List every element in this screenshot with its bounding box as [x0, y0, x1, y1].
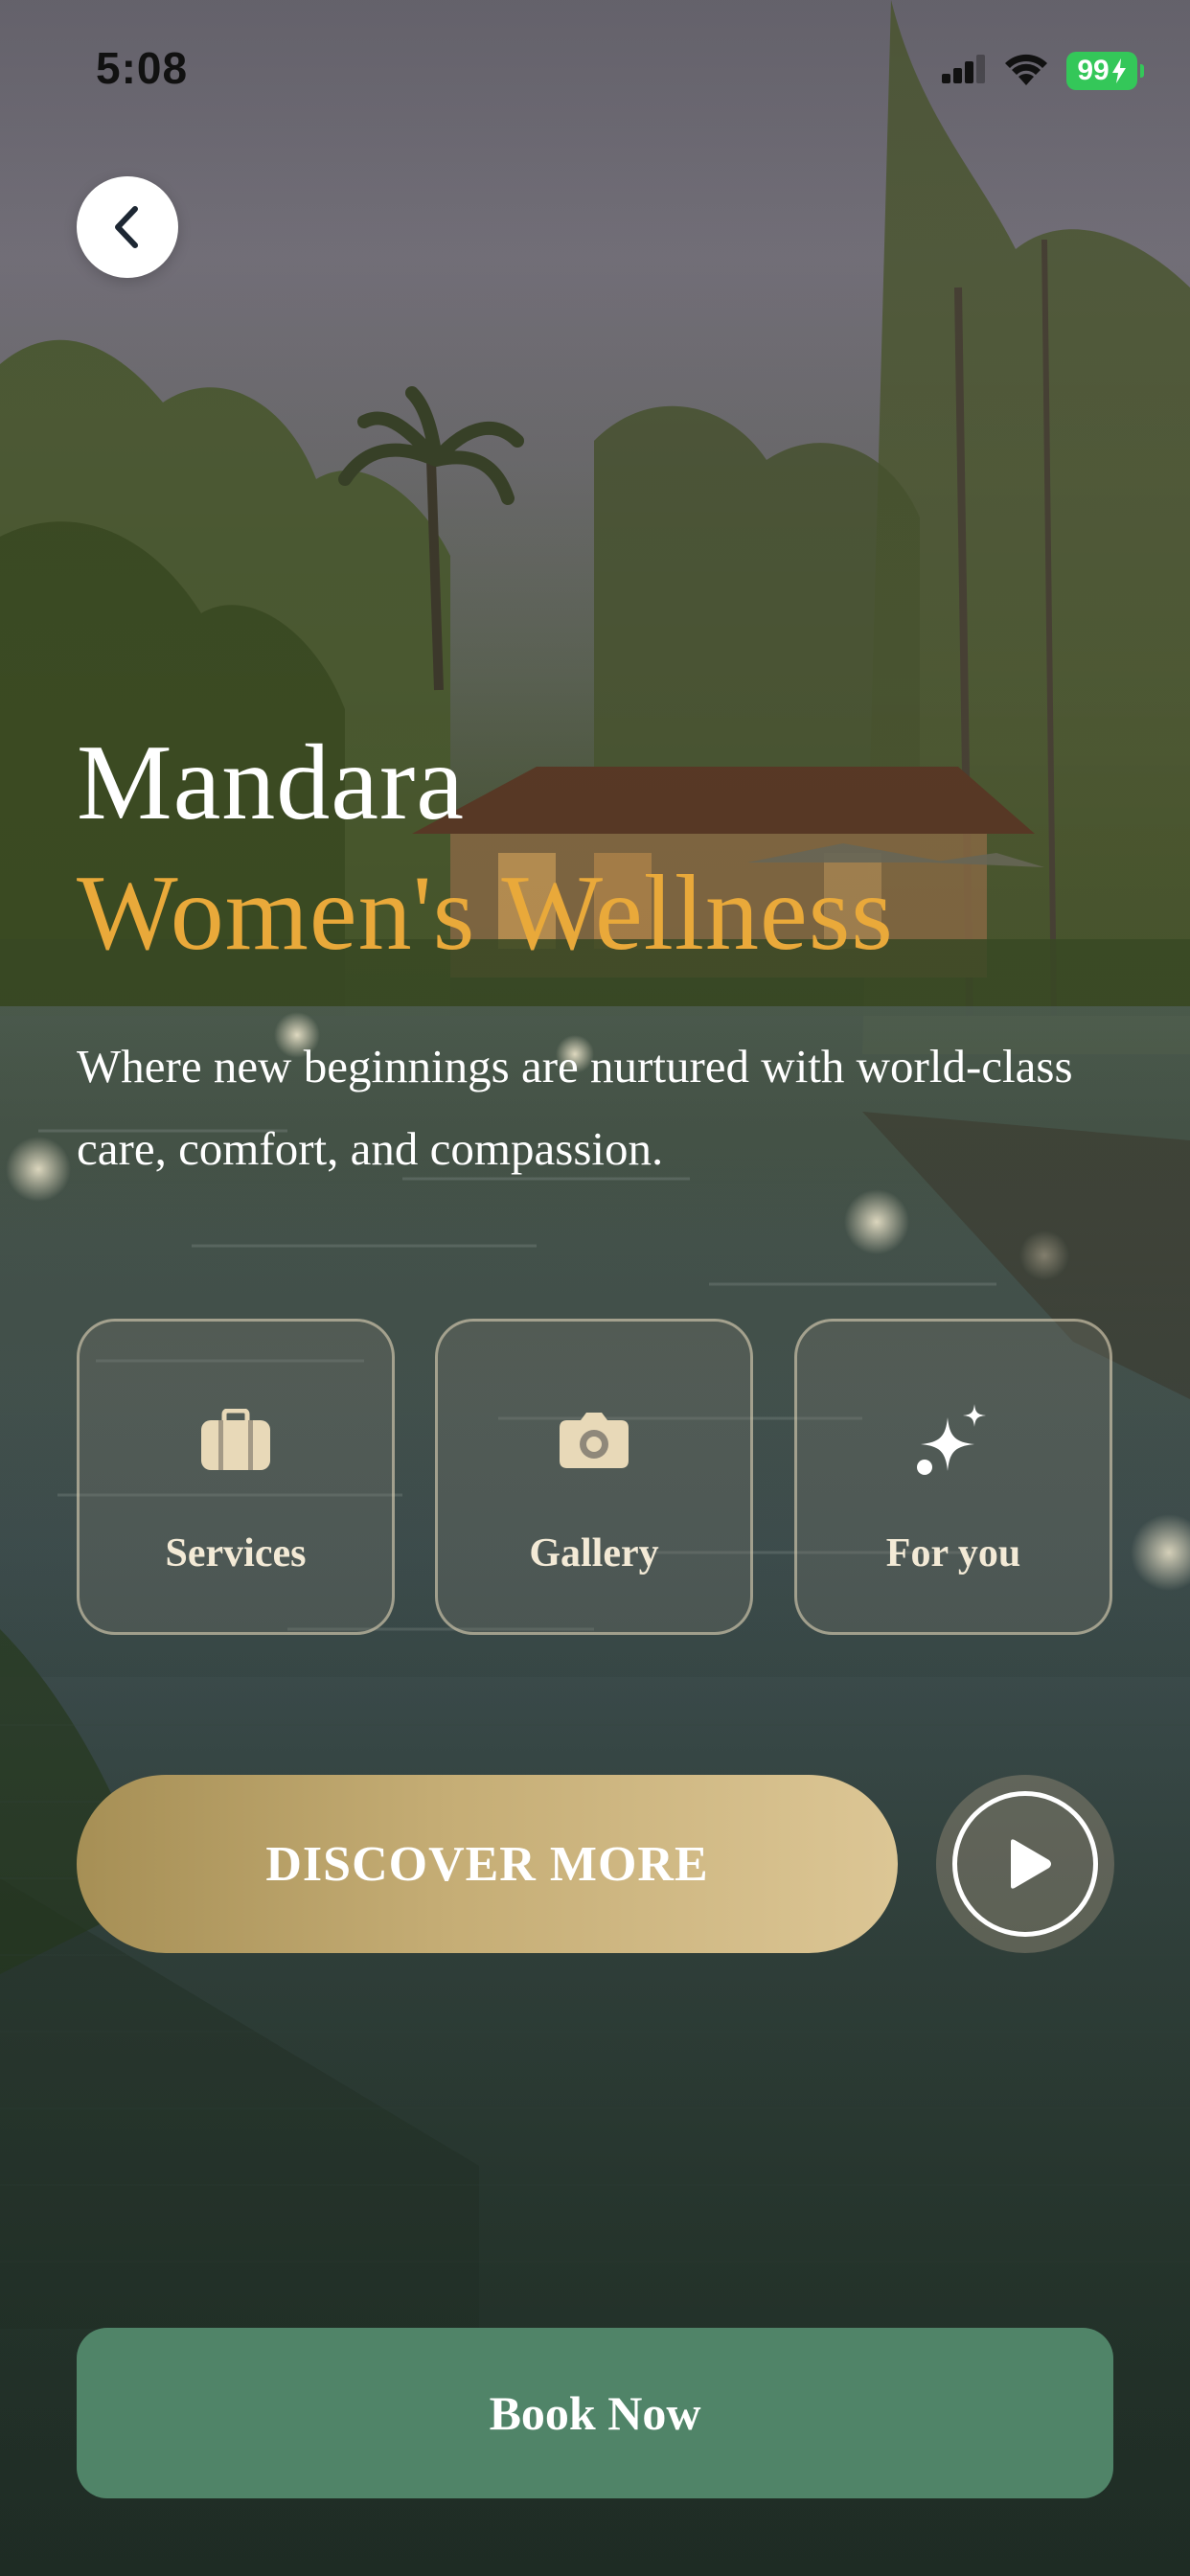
- gallery-label: Gallery: [529, 1531, 659, 1576]
- chevron-left-icon: [115, 206, 138, 248]
- background-overlay: [0, 0, 1190, 2576]
- wifi-icon: [1003, 53, 1049, 90]
- background-image: [0, 0, 1190, 2576]
- book-now-label: Book Now: [489, 2386, 701, 2440]
- play-icon: [1011, 1839, 1051, 1889]
- services-label: Services: [165, 1531, 307, 1576]
- status-time: 5:08: [96, 43, 189, 93]
- back-button[interactable]: [77, 176, 178, 278]
- hero-title-primary: Mandara: [77, 724, 466, 842]
- signal-icon: [942, 54, 986, 88]
- sparkle-icon: [915, 1402, 992, 1479]
- play-button-ring: [952, 1791, 1098, 1937]
- battery-icon: 99: [1066, 52, 1144, 90]
- camera-icon: [556, 1402, 632, 1479]
- for-you-label: For you: [885, 1531, 1021, 1576]
- status-bar: 5:08 99: [0, 0, 1190, 144]
- hero-subtitle: Where new beginnings are nurtured with w…: [77, 1040, 1073, 1175]
- status-icons: 99: [942, 50, 1144, 92]
- play-button[interactable]: [936, 1775, 1114, 1953]
- battery-level: 99: [1077, 55, 1110, 86]
- briefcase-icon: [197, 1402, 274, 1479]
- discover-more-label: DISCOVER MORE: [265, 1836, 709, 1892]
- charging-bolt-icon: [1111, 58, 1126, 83]
- discover-more-button[interactable]: DISCOVER MORE: [77, 1775, 898, 1953]
- feature-cards: Services Gallery For you: [77, 1319, 1113, 1635]
- services-card[interactable]: Services: [77, 1319, 395, 1635]
- hero-title-accent: Women's Wellness: [77, 854, 894, 973]
- for-you-card[interactable]: For you: [794, 1319, 1112, 1635]
- gallery-card[interactable]: Gallery: [435, 1319, 753, 1635]
- book-now-button[interactable]: Book Now: [77, 2328, 1113, 2498]
